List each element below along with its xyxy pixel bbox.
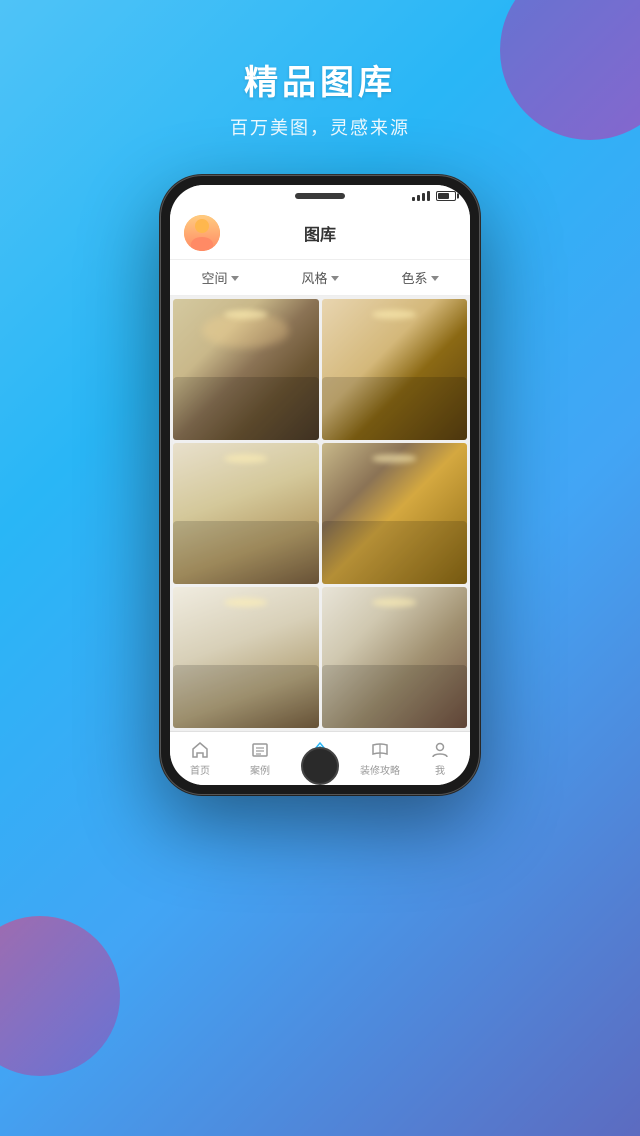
- signal-bar-3: [422, 193, 425, 201]
- filter-space-label: 空间: [201, 268, 227, 287]
- me-icon: [430, 740, 450, 760]
- page-header: 精品图库 百万美图，灵感来源: [0, 0, 640, 140]
- phone-home-button[interactable]: [301, 747, 339, 785]
- room-image-3[interactable]: [173, 443, 319, 584]
- phone-speaker: [295, 193, 345, 199]
- signal-bars: [412, 191, 430, 201]
- avatar-head: [195, 219, 209, 233]
- app-screen-title: 图库: [220, 221, 420, 245]
- room-furniture-1: [173, 377, 319, 440]
- chevron-down-icon: [231, 276, 239, 281]
- chevron-down-icon: [431, 276, 439, 281]
- room-image-6[interactable]: [322, 587, 468, 728]
- room-light-6: [372, 598, 416, 606]
- signal-bar-2: [417, 195, 420, 201]
- room-light-1: [224, 310, 268, 318]
- room-furniture-4: [322, 521, 468, 584]
- room-light-2: [372, 310, 416, 318]
- filter-color[interactable]: 色系: [370, 268, 470, 287]
- room-image-4[interactable]: [322, 443, 468, 584]
- room-image-1[interactable]: [173, 299, 319, 440]
- nav-home-label: 首页: [190, 762, 210, 777]
- filter-style-label: 风格: [301, 268, 327, 287]
- nav-me-label: 我: [435, 762, 445, 777]
- battery-fill: [438, 193, 449, 199]
- filter-color-label: 色系: [401, 268, 427, 287]
- nav-guide-label: 装修攻略: [360, 762, 400, 777]
- signal-bar-4: [427, 191, 430, 201]
- filter-bar: 空间 风格 色系: [170, 260, 470, 296]
- room-furniture-2: [322, 377, 468, 440]
- phone-screen: 图库 空间 风格 色系: [170, 185, 470, 785]
- battery-icon: [436, 191, 456, 201]
- room-image-5[interactable]: [173, 587, 319, 728]
- room-light-4: [372, 454, 416, 462]
- avatar-image: [184, 215, 220, 251]
- avatar-body: [191, 237, 213, 251]
- chevron-down-icon: [331, 276, 339, 281]
- guide-icon: [370, 740, 390, 760]
- image-grid: [170, 296, 470, 731]
- room-image-2[interactable]: [322, 299, 468, 440]
- nav-home[interactable]: 首页: [170, 732, 230, 785]
- nav-guide[interactable]: 装修攻略: [350, 732, 410, 785]
- room-furniture-5: [173, 665, 319, 728]
- room-furniture-6: [322, 665, 468, 728]
- room-light-5: [224, 598, 268, 606]
- home-icon: [190, 740, 210, 760]
- page-title: 精品图库: [0, 55, 640, 104]
- room-furniture-3: [173, 521, 319, 584]
- phone-wrapper: 图库 空间 风格 色系: [160, 175, 480, 795]
- app-header: 图库: [170, 207, 470, 260]
- nav-cases-label: 案例: [250, 762, 270, 777]
- signal-bar-1: [412, 197, 415, 201]
- avatar[interactable]: [184, 215, 220, 251]
- room-light-3: [224, 454, 268, 462]
- cases-icon: [250, 740, 270, 760]
- bg-blob-bottom-left: [0, 916, 120, 1076]
- phone-device: 图库 空间 风格 色系: [160, 175, 480, 795]
- nav-cases[interactable]: 案例: [230, 732, 290, 785]
- nav-me[interactable]: 我: [410, 732, 470, 785]
- filter-style[interactable]: 风格: [270, 268, 370, 287]
- filter-space[interactable]: 空间: [170, 268, 270, 287]
- page-subtitle: 百万美图，灵感来源: [0, 114, 640, 140]
